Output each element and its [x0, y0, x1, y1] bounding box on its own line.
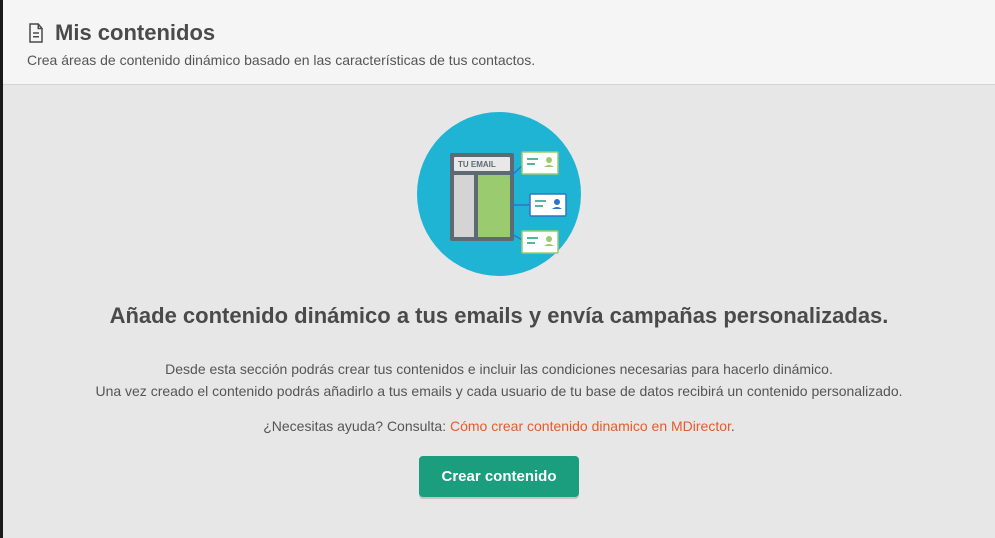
help-prefix: ¿Necesitas ayuda? Consulta: [263, 418, 450, 434]
help-suffix: . [731, 418, 735, 434]
illustration-label: TU EMAIL [458, 160, 496, 169]
empty-state: TU EMAIL Añade conten [3, 85, 995, 537]
description-line-2: Una vez creado el contenido podrás añadi… [95, 383, 902, 399]
page-title: Mis contenidos [55, 20, 215, 46]
description-line-1: Desde esta sección podrás crear tus cont… [165, 361, 833, 377]
empty-state-headline: Añade contenido dinámico a tus emails y … [43, 303, 955, 329]
illustration-wrap: TU EMAIL [43, 109, 955, 279]
empty-state-description: Desde esta sección podrás crear tus cont… [43, 359, 955, 402]
create-content-button[interactable]: Crear contenido [419, 456, 578, 497]
page-header: Mis contenidos Crea áreas de contenido d… [3, 0, 995, 85]
title-row: Mis contenidos [27, 20, 971, 46]
document-icon [27, 22, 45, 44]
dynamic-email-illustration: TU EMAIL [414, 109, 584, 279]
help-link[interactable]: Cómo crear contenido dinamico en MDirect… [450, 418, 731, 434]
help-line: ¿Necesitas ayuda? Consulta: Cómo crear c… [43, 418, 955, 434]
page-subtitle: Crea áreas de contenido dinámico basado … [27, 52, 971, 68]
